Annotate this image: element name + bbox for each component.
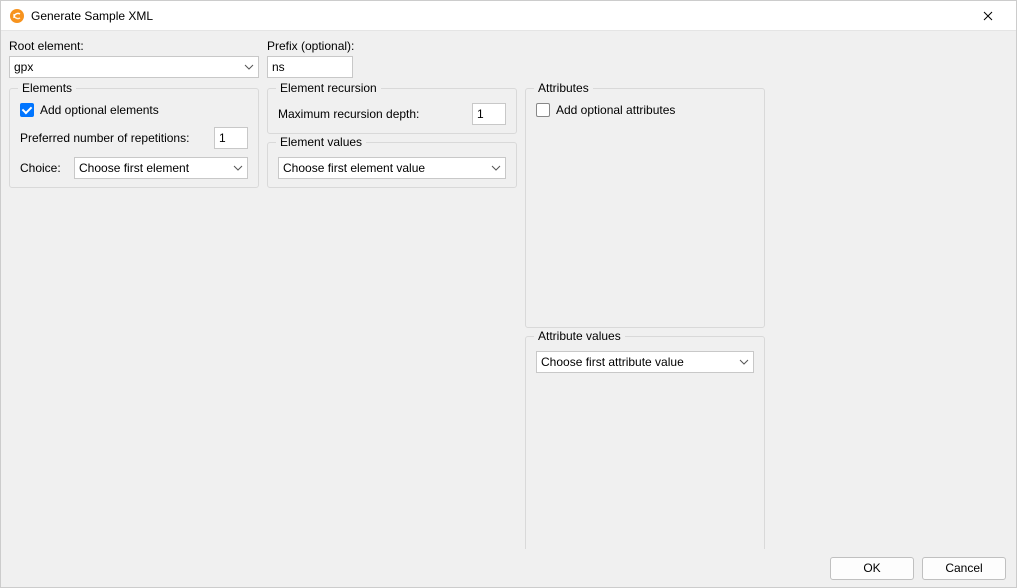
chevron-down-icon bbox=[491, 165, 501, 171]
element-values-value: Choose first element value bbox=[283, 161, 425, 175]
add-optional-elements-row: Add optional elements bbox=[20, 103, 248, 117]
app-icon bbox=[9, 8, 25, 24]
close-icon bbox=[983, 11, 993, 21]
recursion-depth-row: Maximum recursion depth: bbox=[278, 103, 506, 125]
repetitions-input[interactable] bbox=[214, 127, 248, 149]
elements-legend: Elements bbox=[18, 81, 76, 95]
attribute-values-value: Choose first attribute value bbox=[541, 355, 684, 369]
chevron-down-icon bbox=[233, 165, 243, 171]
attribute-values-legend: Attribute values bbox=[534, 329, 625, 343]
element-values-legend: Element values bbox=[276, 135, 366, 149]
add-optional-attributes-checkbox[interactable] bbox=[536, 103, 550, 117]
prefix-input[interactable] bbox=[267, 56, 353, 78]
recursion-depth-label: Maximum recursion depth: bbox=[278, 107, 419, 121]
chevron-down-icon bbox=[244, 64, 254, 70]
choice-combo[interactable]: Choose first element bbox=[74, 157, 248, 179]
fieldset-row: Elements Add optional elements Preferred… bbox=[9, 88, 1008, 549]
top-row: Root element: gpx Prefix (optional): bbox=[9, 39, 1008, 78]
choice-row: Choice: Choose first element bbox=[20, 157, 248, 179]
attributes-legend: Attributes bbox=[534, 81, 593, 95]
element-recursion-group: Element recursion Maximum recursion dept… bbox=[267, 88, 517, 134]
right-column: Attributes Add optional attributes Attri… bbox=[525, 88, 765, 549]
recursion-depth-input[interactable] bbox=[472, 103, 506, 125]
add-optional-attributes-label: Add optional attributes bbox=[556, 103, 675, 117]
dialog-body: Root element: gpx Prefix (optional): Ele… bbox=[1, 31, 1016, 549]
dialog-window: Generate Sample XML Root element: gpx Pr… bbox=[0, 0, 1017, 588]
middle-column: Element recursion Maximum recursion dept… bbox=[267, 88, 517, 549]
choice-value: Choose first element bbox=[79, 161, 189, 175]
element-values-group: Element values Choose first element valu… bbox=[267, 142, 517, 188]
root-element-field: Root element: gpx bbox=[9, 39, 259, 78]
prefix-label: Prefix (optional): bbox=[267, 39, 447, 53]
root-element-label: Root element: bbox=[9, 39, 259, 53]
window-title: Generate Sample XML bbox=[31, 9, 968, 23]
element-values-combo[interactable]: Choose first element value bbox=[278, 157, 506, 179]
add-optional-attributes-row: Add optional attributes bbox=[536, 103, 754, 117]
add-optional-elements-checkbox[interactable] bbox=[20, 103, 34, 117]
add-optional-elements-label: Add optional elements bbox=[40, 103, 159, 117]
cancel-button[interactable]: Cancel bbox=[922, 557, 1006, 580]
title-bar: Generate Sample XML bbox=[1, 1, 1016, 31]
chevron-down-icon bbox=[739, 359, 749, 365]
element-recursion-legend: Element recursion bbox=[276, 81, 381, 95]
attribute-values-combo[interactable]: Choose first attribute value bbox=[536, 351, 754, 373]
close-button[interactable] bbox=[968, 2, 1008, 30]
root-element-value: gpx bbox=[14, 60, 33, 74]
ok-button[interactable]: OK bbox=[830, 557, 914, 580]
repetitions-label: Preferred number of repetitions: bbox=[20, 131, 189, 145]
choice-label: Choice: bbox=[20, 161, 68, 175]
root-element-combo[interactable]: gpx bbox=[9, 56, 259, 78]
elements-group: Elements Add optional elements Preferred… bbox=[9, 88, 259, 188]
attributes-group: Attributes Add optional attributes bbox=[525, 88, 765, 328]
attribute-values-group: Attribute values Choose first attribute … bbox=[525, 336, 765, 549]
repetitions-row: Preferred number of repetitions: bbox=[20, 127, 248, 149]
prefix-field: Prefix (optional): bbox=[267, 39, 447, 78]
footer: OK Cancel bbox=[1, 549, 1016, 587]
